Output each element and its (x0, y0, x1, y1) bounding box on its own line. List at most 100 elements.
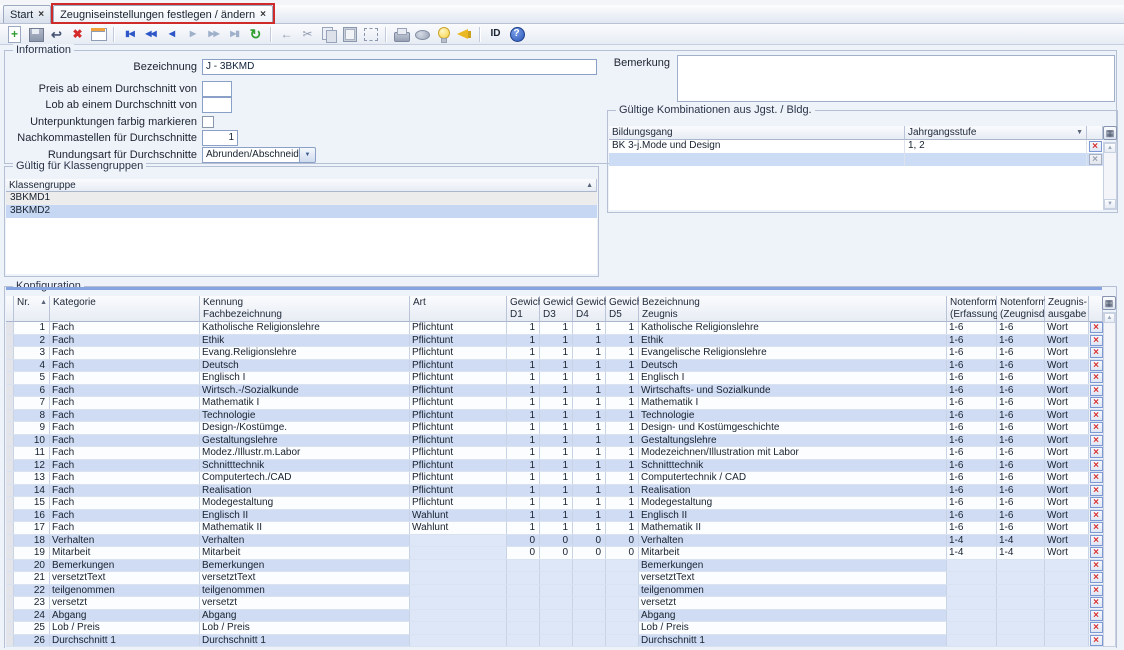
undo-icon[interactable]: ↩ (47, 25, 66, 43)
kennung-cell[interactable]: Mathematik II (200, 522, 410, 534)
sort-ascending-icon[interactable]: ▲ (40, 297, 47, 308)
delete-row-button[interactable]: × (1090, 597, 1103, 608)
delete-row-button[interactable]: × (1090, 472, 1103, 483)
column-header-gewicht-d1[interactable]: GewichtD1 (507, 296, 540, 322)
nr-cell[interactable]: 6 (14, 385, 50, 397)
kategorie-cell[interactable]: Fach (50, 397, 200, 409)
gewicht-d1-cell[interactable] (507, 572, 540, 584)
zeugnisausgabe-cell[interactable]: Wort (1045, 410, 1089, 422)
kennung-cell[interactable]: Bemerkungen (200, 560, 410, 572)
kennung-cell[interactable]: Evang.Religionslehre (200, 347, 410, 359)
gewicht-d1-cell[interactable]: 1 (507, 435, 540, 447)
delete-row-button[interactable]: × (1090, 335, 1103, 346)
table-row[interactable]: 13FachComputertech./CADPflichtunt1111Com… (6, 472, 1103, 485)
gewicht-d1-cell[interactable] (507, 585, 540, 597)
bezeichnung-zeugnis-cell[interactable]: teilgenommen (639, 585, 947, 597)
art-cell[interactable] (410, 547, 507, 559)
kategorie-cell[interactable]: Fach (50, 510, 200, 522)
art-cell[interactable]: Pflichtunt (410, 347, 507, 359)
kennung-cell[interactable]: Schnitttechnik (200, 460, 410, 472)
notenformat-zeugnisdruck-cell[interactable]: 1-6 (997, 322, 1045, 334)
notenformat-zeugnisdruck-cell[interactable]: 1-4 (997, 535, 1045, 547)
nr-cell[interactable]: 9 (14, 422, 50, 434)
konfiguration-scrollbar[interactable]: ▲ (1103, 312, 1116, 647)
new-record-icon[interactable]: + (5, 25, 24, 43)
nav-first-icon[interactable]: ▮◀ (120, 25, 139, 43)
gewicht-d4-cell[interactable]: 0 (573, 535, 606, 547)
bezeichnung-zeugnis-cell[interactable]: Computertechnik / CAD (639, 472, 947, 484)
gewicht-d1-cell[interactable]: 1 (507, 422, 540, 434)
gewicht-d5-cell[interactable]: 1 (606, 497, 639, 509)
gewicht-d4-cell[interactable]: 0 (573, 547, 606, 559)
delete-row-button[interactable]: × (1089, 154, 1102, 165)
gewicht-d1-cell[interactable]: 1 (507, 335, 540, 347)
delete-row-button[interactable]: × (1090, 510, 1103, 521)
bezeichnung-zeugnis-cell[interactable]: Katholische Religionslehre (639, 322, 947, 334)
art-cell[interactable] (410, 635, 507, 647)
nav-fast-next-icon[interactable]: ▶▶ (204, 25, 223, 43)
bezeichnung-zeugnis-cell[interactable]: Wirtschafts- und Sozialkunde (639, 385, 947, 397)
notenformat-zeugnisdruck-cell[interactable]: 1-6 (997, 522, 1045, 534)
bezeichnung-zeugnis-cell[interactable]: Technologie (639, 410, 947, 422)
table-row[interactable]: 12FachSchnitttechnikPflichtunt1111Schnit… (6, 460, 1103, 473)
delete-row-button[interactable]: × (1090, 572, 1103, 583)
gewicht-d5-cell[interactable]: 0 (606, 535, 639, 547)
notenformat-zeugnisdruck-cell[interactable]: 1-6 (997, 360, 1045, 372)
notenformat-erfassung-cell[interactable] (947, 560, 997, 572)
gewicht-d1-cell[interactable]: 1 (507, 360, 540, 372)
gewicht-d5-cell[interactable]: 1 (606, 322, 639, 334)
zeugnisausgabe-cell[interactable]: Wort (1045, 322, 1089, 334)
gewicht-d5-cell[interactable] (606, 622, 639, 634)
kategorie-cell[interactable]: Verhalten (50, 535, 200, 547)
gewicht-d1-cell[interactable] (507, 622, 540, 634)
delete-row-button[interactable]: × (1090, 322, 1103, 333)
scroll-down-icon[interactable]: ▼ (1104, 199, 1116, 209)
chevron-down-icon[interactable]: ▼ (300, 147, 316, 163)
kennung-cell[interactable]: Design-/Kostümge. (200, 422, 410, 434)
gewicht-d1-cell[interactable] (507, 610, 540, 622)
art-cell[interactable]: Wahlunt (410, 522, 507, 534)
bezeichnung-zeugnis-cell[interactable]: Ethik (639, 335, 947, 347)
gewicht-d1-cell[interactable] (507, 635, 540, 647)
gewicht-d4-cell[interactable]: 1 (573, 372, 606, 384)
table-row[interactable]: 11FachModez./Illustr.m.LaborPflichtunt11… (6, 447, 1103, 460)
klassengruppe-row[interactable]: 3BKMD2 (6, 205, 597, 218)
zeugnisausgabe-cell[interactable] (1045, 622, 1089, 634)
bezeichnung-zeugnis-cell[interactable]: Evangelische Religionslehre (639, 347, 947, 359)
gewicht-d4-cell[interactable] (573, 635, 606, 647)
bezeichnung-zeugnis-cell[interactable]: Design- und Kostümgeschichte (639, 422, 947, 434)
kategorie-cell[interactable]: Fach (50, 472, 200, 484)
kategorie-cell[interactable]: Fach (50, 447, 200, 459)
kennung-cell[interactable]: Gestaltungslehre (200, 435, 410, 447)
gewicht-d3-cell[interactable]: 1 (540, 510, 573, 522)
bezeichnung-zeugnis-cell[interactable]: Mathematik I (639, 397, 947, 409)
notenformat-erfassung-cell[interactable]: 1-6 (947, 322, 997, 334)
kategorie-cell[interactable]: Bemerkungen (50, 560, 200, 572)
nr-cell[interactable]: 3 (14, 347, 50, 359)
table-row[interactable]: 7FachMathematik IPflichtunt1111Mathemati… (6, 397, 1103, 410)
table-row[interactable]: 17FachMathematik IIWahlunt1111Mathematik… (6, 522, 1103, 535)
kategorie-cell[interactable]: Mitarbeit (50, 547, 200, 559)
delete-row-button[interactable]: × (1090, 447, 1103, 458)
nav-last-icon[interactable]: ▶▮ (225, 25, 244, 43)
gewicht-d5-cell[interactable]: 1 (606, 347, 639, 359)
gewicht-d3-cell[interactable] (540, 560, 573, 572)
kennung-cell[interactable]: Computertech./CAD (200, 472, 410, 484)
nr-cell[interactable]: 26 (14, 635, 50, 647)
delete-row-button[interactable]: × (1090, 560, 1103, 571)
notify-icon[interactable] (455, 25, 474, 43)
gewicht-d4-cell[interactable]: 1 (573, 422, 606, 434)
bezeichnung-zeugnis-cell[interactable]: Verhalten (639, 535, 947, 547)
nr-cell[interactable]: 23 (14, 597, 50, 609)
table-row[interactable]: 25Lob / PreisLob / PreisLob / Preis× (6, 622, 1103, 635)
kategorie-cell[interactable]: Fach (50, 335, 200, 347)
notenformat-erfassung-cell[interactable]: 1-6 (947, 347, 997, 359)
nr-cell[interactable]: 1 (14, 322, 50, 334)
save-icon[interactable] (26, 25, 45, 43)
delete-row-button[interactable]: × (1090, 522, 1103, 533)
help-icon[interactable]: ? (507, 25, 526, 43)
gewicht-d5-cell[interactable] (606, 572, 639, 584)
kategorie-cell[interactable]: Fach (50, 422, 200, 434)
nachkommastellen-input[interactable] (202, 130, 238, 146)
notenformat-erfassung-cell[interactable]: 1-6 (947, 522, 997, 534)
